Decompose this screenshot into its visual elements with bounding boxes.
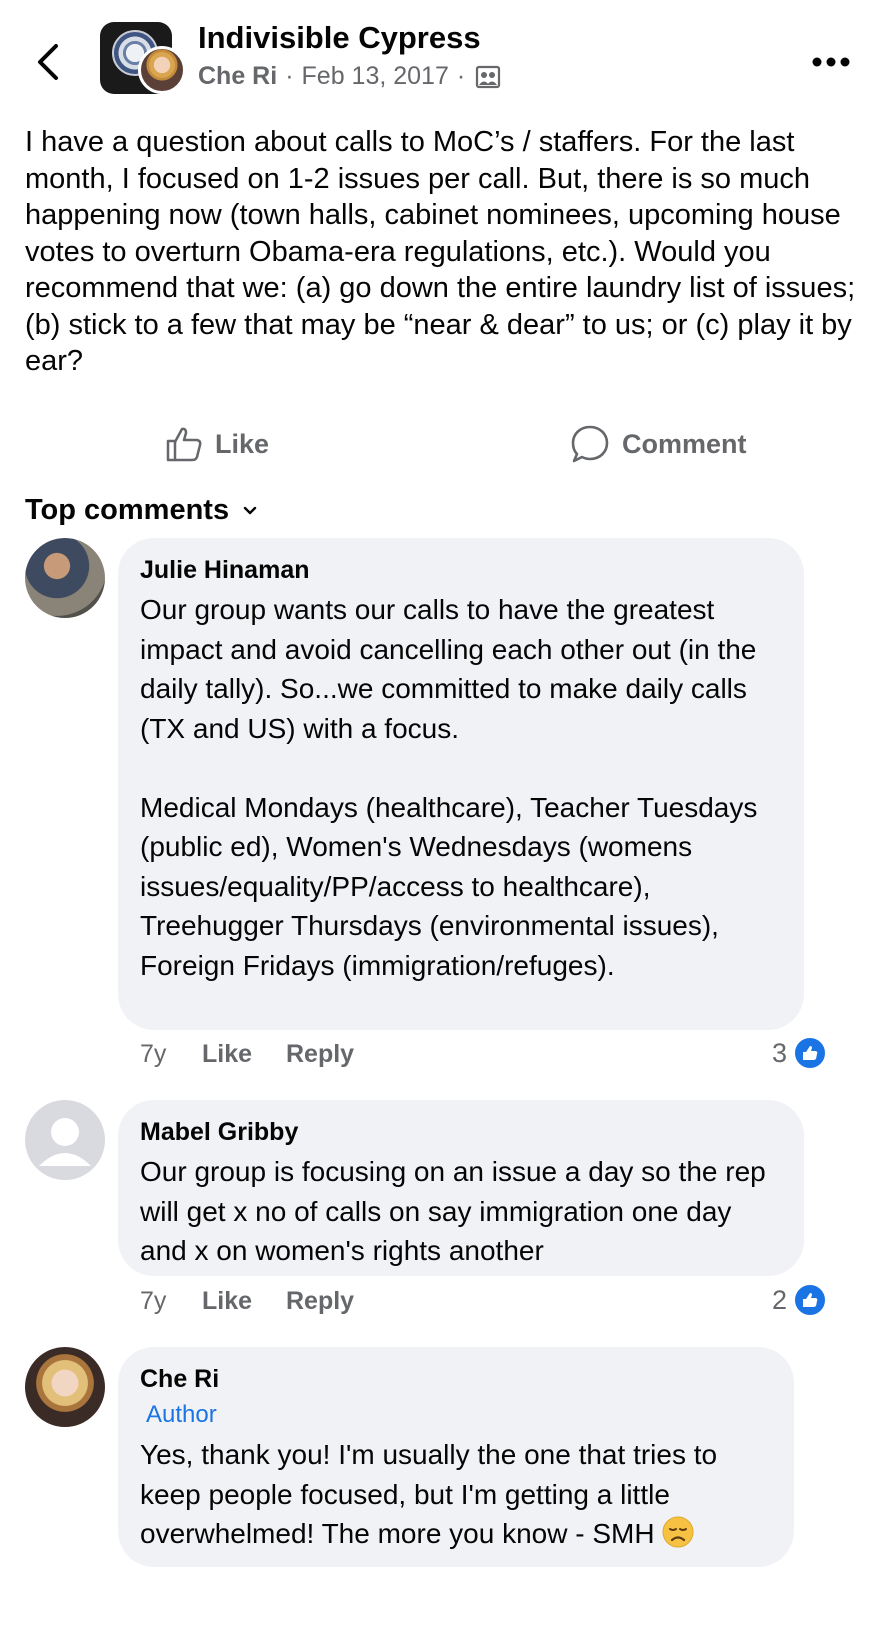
comment-bubble: Julie Hinaman Our group wants our calls … xyxy=(118,538,804,1030)
meta-separator: · xyxy=(285,62,294,90)
post-date[interactable]: Feb 13, 2017 xyxy=(302,62,449,91)
commenter-name[interactable]: Julie Hinaman xyxy=(140,554,782,586)
group-name[interactable]: Indivisible Cypress xyxy=(198,20,481,56)
commenter-name[interactable]: Che Ri xyxy=(140,1363,772,1395)
comment-like-button[interactable]: Like xyxy=(202,1040,286,1069)
post-comment-button[interactable]: Comment xyxy=(570,420,747,468)
commenter-avatar[interactable] xyxy=(25,1347,105,1427)
comment-reply-button[interactable]: Reply xyxy=(286,1287,354,1316)
comment-time[interactable]: 7y xyxy=(140,1040,202,1069)
comment-reply-button[interactable]: Reply xyxy=(286,1040,354,1069)
post-body: I have a question about calls to MoC’s /… xyxy=(25,126,856,377)
commenter-avatar[interactable] xyxy=(25,538,105,618)
post-author[interactable]: Che Ri xyxy=(198,62,277,91)
post-page: Indivisible Cypress Che Ri · Feb 13, 201… xyxy=(0,0,884,1640)
disappointed-emoji-icon xyxy=(662,1516,694,1548)
top-comments-label: Top comments xyxy=(25,494,230,526)
like-reaction-icon xyxy=(793,1283,828,1317)
post-meta: Che Ri · Feb 13, 2017 · xyxy=(198,62,501,91)
comment-bubble-icon xyxy=(571,425,609,463)
comment-actions: 7y Like Reply xyxy=(140,1040,354,1069)
more-options-icon xyxy=(812,57,850,67)
comment-text-content: Yes, thank you! I'm usually the one that… xyxy=(140,1439,718,1549)
comment-time[interactable]: 7y xyxy=(140,1287,202,1316)
post-like-button[interactable]: Like xyxy=(165,420,269,468)
post-like-label: Like xyxy=(215,428,270,459)
comment-text: Yes, thank you! I'm usually the one that… xyxy=(140,1435,772,1554)
thumbs-up-icon xyxy=(166,427,202,462)
post-comment-label: Comment xyxy=(622,428,747,459)
reaction-count: 3 xyxy=(772,1037,788,1068)
meta-separator: · xyxy=(456,62,466,90)
comment-text: Our group wants our calls to have the gr… xyxy=(140,594,758,981)
comment-like-button[interactable]: Like xyxy=(202,1287,286,1316)
chevron-down-icon xyxy=(243,506,257,514)
comment-reactions[interactable]: 3 xyxy=(772,1036,828,1070)
like-reaction-icon xyxy=(793,1036,828,1070)
post-header: Indivisible Cypress Che Ri · Feb 13, 201… xyxy=(0,0,884,110)
comment-bubble: Mabel Gribby Our group is focusing on an… xyxy=(118,1100,804,1276)
reaction-count: 2 xyxy=(772,1284,788,1315)
author-badge: Author xyxy=(146,1401,217,1428)
back-button[interactable] xyxy=(30,38,70,86)
comment-reactions[interactable]: 2 xyxy=(772,1283,828,1317)
chevron-left-icon xyxy=(38,44,58,80)
comment-bubble: Che Ri Author Yes, thank you! I'm usuall… xyxy=(118,1347,794,1567)
comment-text: Our group is focusing on an issue a day … xyxy=(140,1156,766,1266)
default-avatar-icon xyxy=(39,1118,91,1166)
commenter-name[interactable]: Mabel Gribby xyxy=(140,1116,782,1148)
author-avatar-badge[interactable] xyxy=(138,46,186,94)
commenter-avatar[interactable] xyxy=(25,1100,105,1180)
top-comments-filter[interactable]: Top comments xyxy=(25,494,257,527)
group-privacy-icon xyxy=(476,65,501,88)
more-options-button[interactable] xyxy=(810,50,854,74)
comment-actions: 7y Like Reply xyxy=(140,1287,354,1316)
